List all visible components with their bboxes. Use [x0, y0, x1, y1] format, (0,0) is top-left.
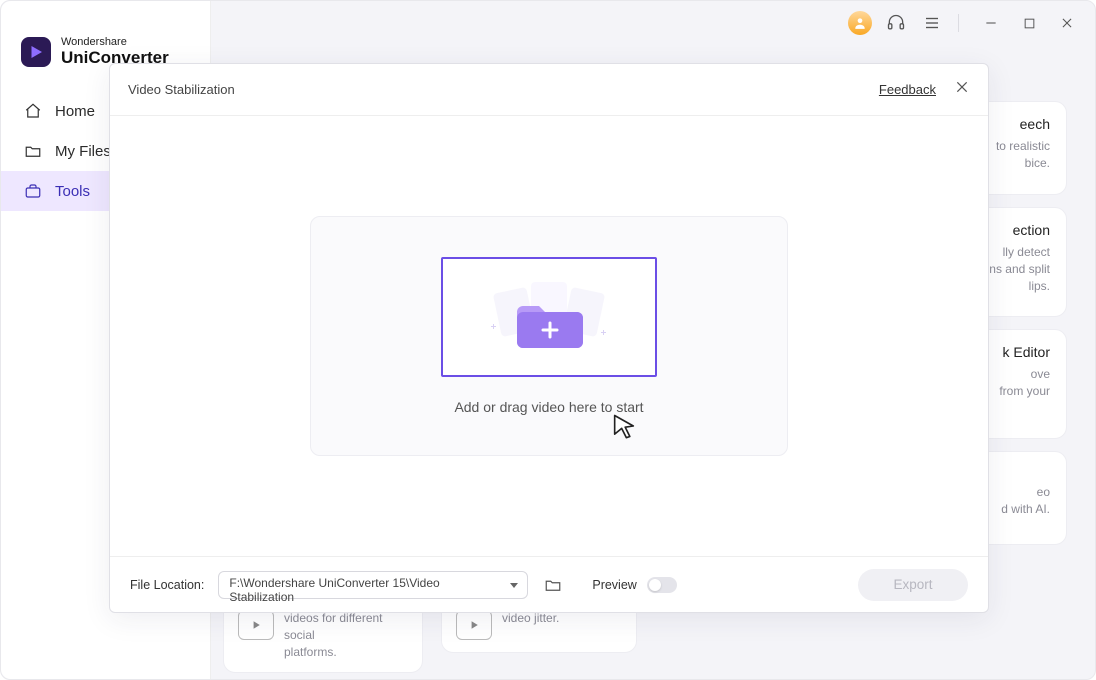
- sidebar-item-label: My Files: [55, 143, 111, 160]
- home-icon: [23, 101, 43, 121]
- bg-card-line: videos for different social: [284, 610, 408, 644]
- sidebar-item-label: Home: [55, 103, 95, 120]
- file-location-label: File Location:: [130, 578, 204, 592]
- modal-title: Video Stabilization: [128, 82, 235, 97]
- logo-mark-icon: [21, 37, 51, 67]
- maximize-button[interactable]: [1017, 11, 1041, 35]
- close-button[interactable]: [1055, 11, 1079, 35]
- modal-footer: File Location: F:\Wondershare UniConvert…: [110, 556, 988, 612]
- modal-header: Video Stabilization Feedback: [110, 64, 988, 116]
- minimize-button[interactable]: [979, 11, 1003, 35]
- file-location-select[interactable]: F:\Wondershare UniConverter 15\Video Sta…: [218, 571, 528, 599]
- preview-toggle[interactable]: [647, 577, 677, 593]
- dropzone-illustration: [479, 272, 619, 362]
- open-folder-button[interactable]: [542, 574, 564, 596]
- headset-icon[interactable]: [884, 11, 908, 35]
- play-box-icon: [456, 610, 492, 640]
- dropzone-outer: Add or drag video here to start: [310, 216, 788, 456]
- file-location-value: F:\Wondershare UniConverter 15\Video Sta…: [218, 571, 528, 599]
- window-titlebar: [848, 1, 1095, 45]
- sidebar-item-label: Tools: [55, 183, 90, 200]
- bg-card-line: platforms.: [284, 644, 408, 661]
- toolbox-icon: [23, 181, 43, 201]
- menu-icon[interactable]: [920, 11, 944, 35]
- video-stabilization-modal: Video Stabilization Feedback: [109, 63, 989, 613]
- dropzone-prompt: Add or drag video here to start: [454, 399, 643, 415]
- preview-label: Preview: [592, 578, 636, 592]
- feedback-link[interactable]: Feedback: [879, 82, 936, 97]
- folder-open-icon: [23, 141, 43, 161]
- avatar[interactable]: [848, 11, 872, 35]
- export-button[interactable]: Export: [858, 569, 968, 601]
- play-box-icon: [238, 610, 274, 640]
- divider: [958, 14, 959, 32]
- modal-close-button[interactable]: [954, 79, 970, 100]
- app-window: Wondershare UniConverter Home My Files T…: [0, 0, 1096, 680]
- add-video-dropzone[interactable]: [441, 257, 657, 377]
- modal-body: Add or drag video here to start: [110, 116, 988, 556]
